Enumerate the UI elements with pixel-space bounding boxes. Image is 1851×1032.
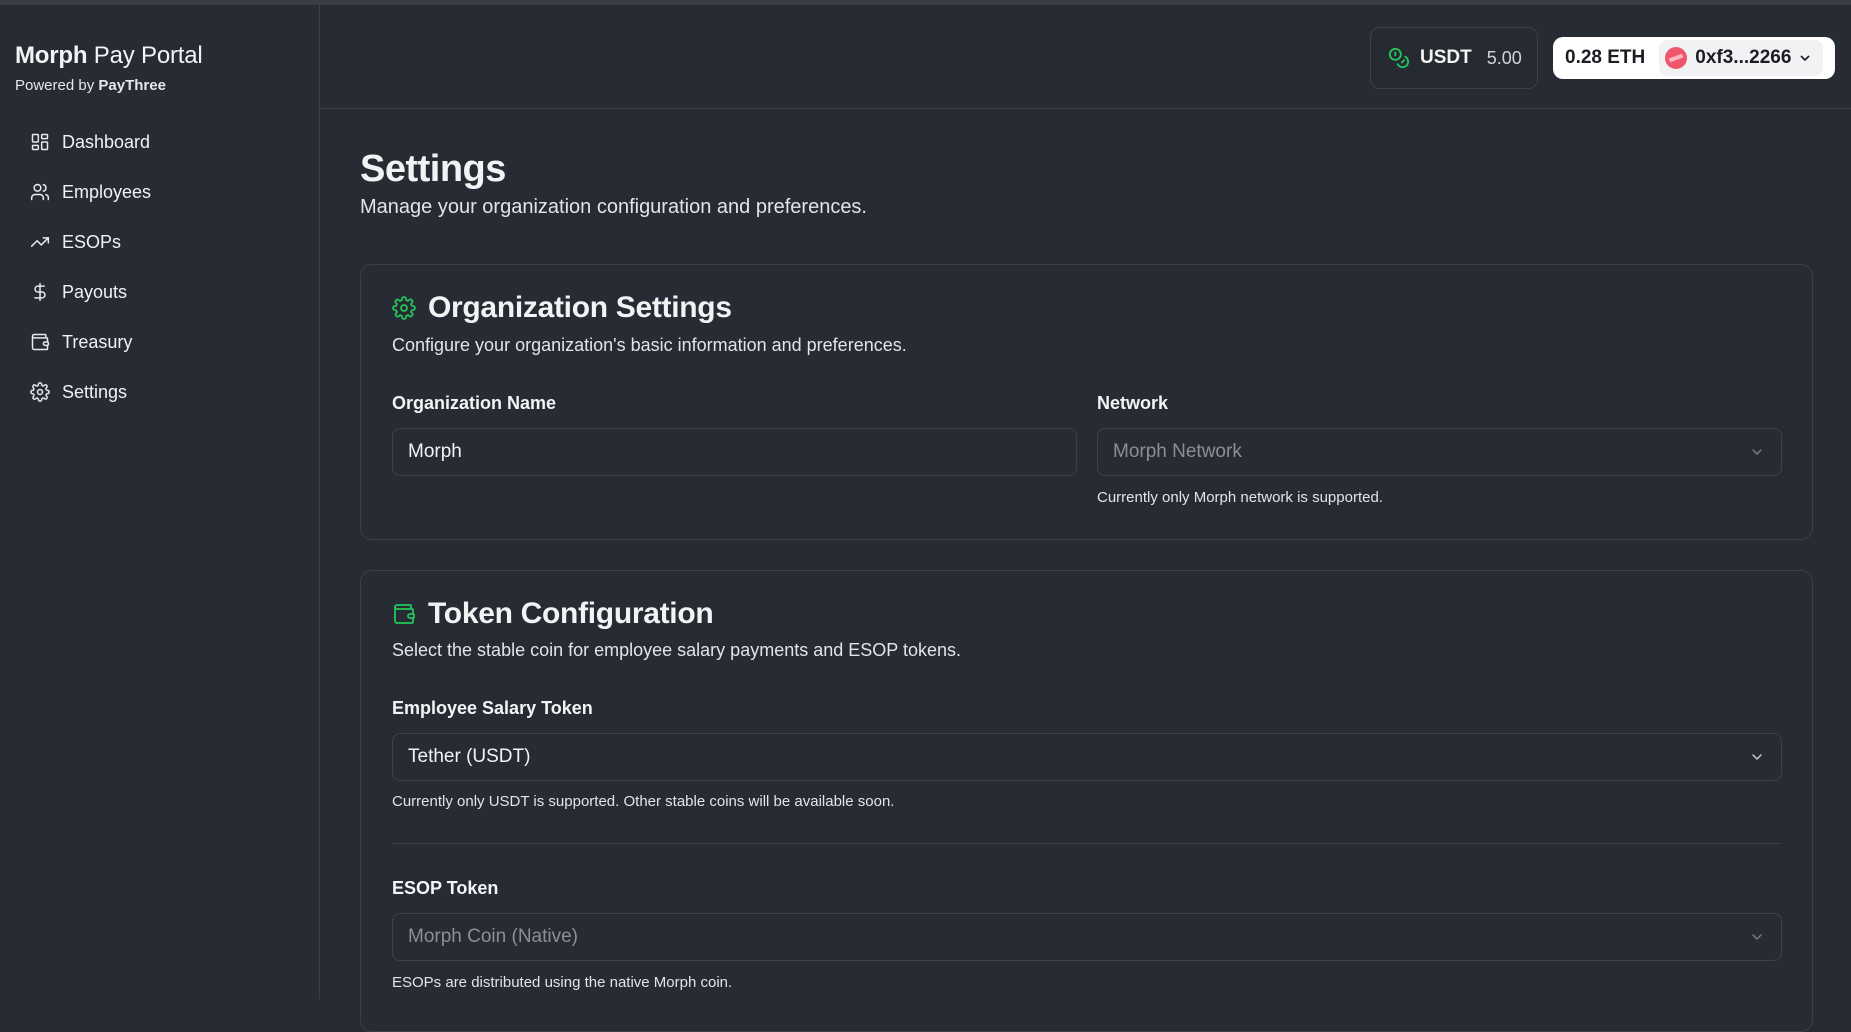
dashboard-icon — [30, 132, 50, 152]
salary-token-selected-value: Tether (USDT) — [408, 746, 531, 767]
sidebar-item-label: Dashboard — [62, 131, 151, 152]
sidebar-item-employees[interactable]: Employees — [15, 170, 305, 214]
esop-token-select[interactable]: Morph Coin (Native) — [392, 913, 1782, 961]
wallet-address-chip[interactable]: 0xf3...2266 — [1659, 40, 1824, 76]
card-title: Token Configuration — [428, 597, 714, 630]
salary-token-help-text: Currently only USDT is supported. Other … — [392, 793, 895, 810]
sidebar-item-label: Treasury — [62, 331, 133, 352]
divider — [392, 843, 1781, 844]
wallet-avatar — [1665, 47, 1688, 69]
brand-title: Morph Pay Portal — [15, 41, 203, 71]
wallet-address: 0xf3...2266 — [1695, 47, 1792, 68]
page-description: Manage your organization configuration a… — [360, 196, 867, 218]
wallet-icon — [30, 332, 50, 352]
card-title: Organization Settings — [428, 291, 732, 324]
sidebar-item-settings[interactable]: Settings — [15, 370, 305, 414]
gear-icon — [392, 296, 416, 320]
card-description: Configure your organization's basic info… — [392, 335, 907, 355]
sidebar-item-payouts[interactable]: Payouts — [15, 270, 305, 314]
esop-token-label: ESOP Token — [392, 878, 499, 898]
sidebar-item-label: ESOPs — [62, 231, 122, 252]
wallet-connect-button[interactable]: 0.28 ETH 0xf3...2266 — [1553, 37, 1835, 79]
salary-token-select[interactable]: Tether (USDT) — [392, 733, 1782, 781]
brand-sub-prefix: Powered by — [15, 77, 95, 94]
org-name-label: Organization Name — [392, 393, 557, 413]
chevron-down-icon — [1749, 444, 1765, 460]
coins-icon — [1388, 47, 1410, 69]
network-select[interactable]: Morph Network — [1097, 428, 1782, 476]
org-name-input[interactable] — [408, 441, 1010, 463]
gear-icon — [30, 382, 50, 402]
brand: Morph Pay Portal Powered by PayThree — [15, 41, 203, 94]
card-header: Organization Settings — [392, 291, 732, 325]
token-balance-pill[interactable]: USDT 5.00 — [1370, 27, 1538, 89]
esop-token-selected-value: Morph Coin (Native) — [408, 926, 578, 947]
brand-sub-name: PayThree — [98, 77, 166, 94]
card-description: Select the stable coin for employee sala… — [392, 640, 961, 660]
top-header: USDT 5.00 0.28 ETH 0xf3...2266 — [320, 5, 1851, 109]
chevron-down-icon — [1749, 929, 1765, 945]
token-configuration-card: Token Configuration Select the stable co… — [360, 570, 1813, 1032]
network-label: Network — [1097, 393, 1169, 413]
chevron-down-icon — [1797, 50, 1813, 66]
card-header: Token Configuration — [392, 597, 714, 631]
brand-title-light: Pay Portal — [93, 42, 203, 69]
token-symbol: USDT — [1420, 47, 1472, 68]
sidebar-item-dashboard[interactable]: Dashboard — [15, 120, 305, 164]
sidebar-item-label: Payouts — [62, 281, 128, 302]
wallet-icon — [392, 602, 416, 626]
sidebar-item-label: Employees — [62, 181, 152, 202]
brand-title-bold: Morph — [15, 42, 88, 69]
page-title: Settings — [360, 148, 506, 190]
dollar-icon — [30, 282, 50, 302]
sidebar-item-treasury[interactable]: Treasury — [15, 320, 305, 364]
brand-subtitle: Powered by PayThree — [15, 77, 203, 94]
organization-settings-card: Organization Settings Configure your org… — [360, 264, 1813, 540]
sidebar-item-label: Settings — [62, 381, 128, 402]
chevron-down-icon — [1749, 749, 1765, 765]
sidebar-nav: Dashboard Employees ESOPs Payouts Treasu… — [15, 120, 305, 420]
esop-token-help-text: ESOPs are distributed using the native M… — [392, 974, 733, 991]
sidebar-item-esops[interactable]: ESOPs — [15, 220, 305, 264]
network-selected-value: Morph Network — [1113, 441, 1242, 462]
network-help-text: Currently only Morph network is supporte… — [1097, 489, 1383, 506]
eth-balance: 0.28 ETH — [1565, 47, 1646, 68]
sidebar: Morph Pay Portal Powered by PayThree Das… — [0, 5, 320, 999]
salary-token-label: Employee Salary Token — [392, 698, 593, 718]
users-icon — [30, 182, 50, 202]
token-balance: 5.00 — [1486, 47, 1522, 68]
org-name-field[interactable] — [392, 428, 1077, 476]
trending-up-icon — [30, 232, 50, 252]
